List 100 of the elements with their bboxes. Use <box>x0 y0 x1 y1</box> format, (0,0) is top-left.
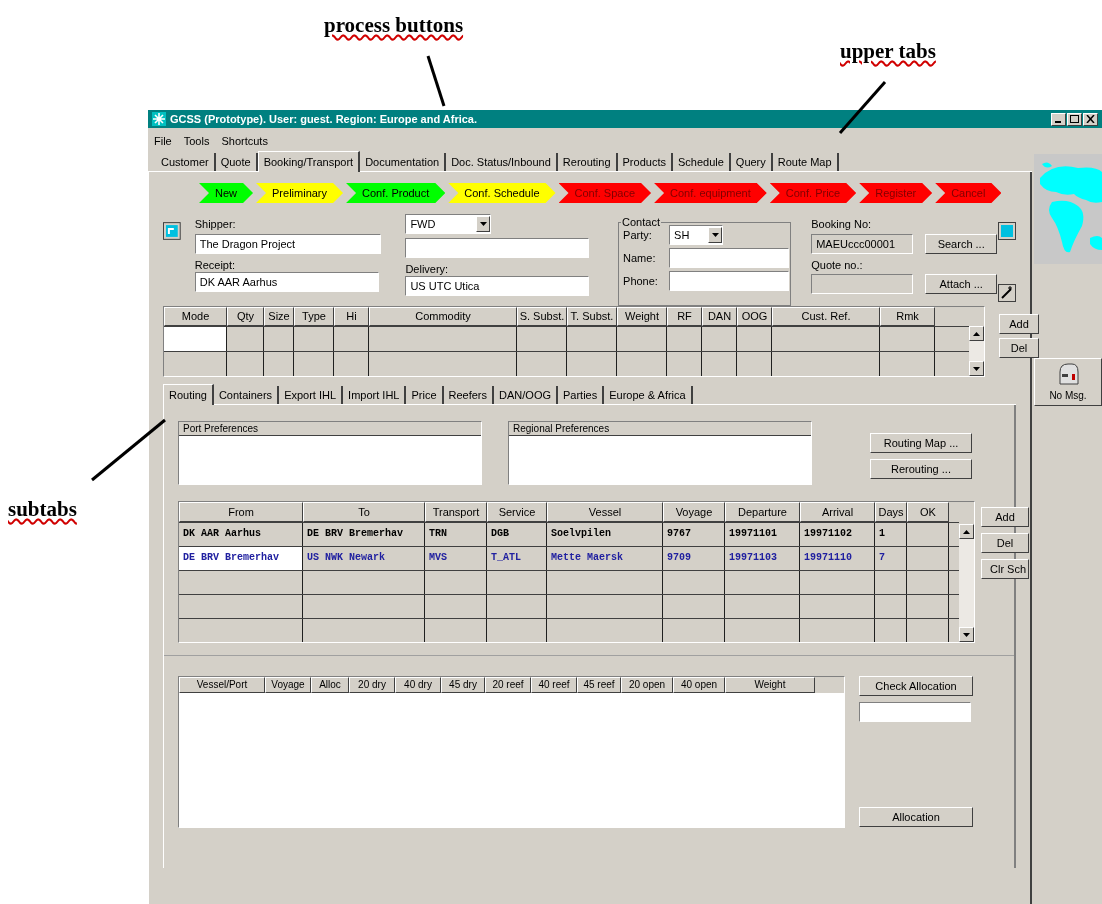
scroll-down-icon <box>963 632 970 637</box>
process-step-button[interactable]: New <box>199 183 253 203</box>
table-cell: 19971101 <box>725 523 800 546</box>
input-field[interactable]: The Dragon Project <box>194 234 381 254</box>
dropdown[interactable]: FWD <box>405 214 492 234</box>
tab[interactable]: Europe & Africa <box>604 386 693 404</box>
tab[interactable]: Rerouting <box>557 153 618 171</box>
scrollbar[interactable] <box>959 524 974 642</box>
tab[interactable]: Doc. Status/Inbound <box>446 153 558 171</box>
table-cell: TRN <box>425 523 487 546</box>
process-step-button[interactable]: Preliminary <box>256 183 344 203</box>
table-row[interactable] <box>179 618 959 642</box>
push-button[interactable]: Allocation <box>859 807 973 828</box>
column-header: 45 dry <box>441 677 485 693</box>
input-field[interactable] <box>859 702 971 722</box>
table-cell: 19971103 <box>725 547 800 570</box>
column-header: T. Subst. <box>567 307 617 326</box>
dropdown[interactable]: SH <box>669 225 724 245</box>
table-row[interactable] <box>179 594 959 618</box>
scroll-up-icon <box>963 529 970 534</box>
column-header: Rmk <box>880 307 935 326</box>
column-header: 20 reef <box>485 677 531 693</box>
tab[interactable]: Price <box>406 386 444 404</box>
tab[interactable]: Query <box>730 153 773 171</box>
table-cell: 1 <box>875 523 907 546</box>
close-button[interactable] <box>1083 112 1098 126</box>
input-field[interactable] <box>669 248 790 268</box>
tab[interactable]: Export IHL <box>279 386 344 404</box>
tab[interactable]: Parties <box>558 386 605 404</box>
menu-item[interactable]: Tools <box>183 132 210 150</box>
push-button[interactable]: Clr Sch <box>981 559 1029 579</box>
table-cell: T_ATL <box>487 547 547 570</box>
scroll-down-icon <box>973 366 980 371</box>
tab[interactable]: Booking/Transport <box>257 151 361 172</box>
magic-wand-icon <box>998 284 1016 302</box>
push-button[interactable]: Routing Map ... <box>870 433 972 453</box>
preferences-list[interactable]: Port Preferences <box>178 421 482 485</box>
table-row[interactable] <box>179 570 959 594</box>
input-field[interactable]: US UTC Utica <box>405 276 590 296</box>
column-header: Hi <box>334 307 369 326</box>
push-button[interactable]: Check Allocation <box>859 676 973 696</box>
push-button[interactable]: Search ... <box>925 234 998 254</box>
table-cell: 19971110 <box>800 547 875 570</box>
column-header: From <box>179 502 303 522</box>
column-header: Departure <box>725 502 800 522</box>
tab[interactable]: Route Map <box>772 153 839 171</box>
field-label: Receipt: <box>194 258 237 272</box>
input-field[interactable] <box>811 274 914 294</box>
column-header: S. Subst. <box>517 307 567 326</box>
table-cell: Mette Maersk <box>547 547 663 570</box>
tab[interactable]: Reefers <box>443 386 495 404</box>
push-button[interactable]: Attach ... <box>925 274 998 294</box>
preferences-list[interactable]: Regional Preferences <box>508 421 812 485</box>
process-step-button[interactable]: Conf. Schedule <box>448 183 556 203</box>
column-header: Size <box>264 307 294 326</box>
table-row[interactable] <box>164 351 969 376</box>
column-header: Vessel/Port <box>179 677 265 693</box>
column-header: Days <box>875 502 907 522</box>
column-header: RF <box>667 307 702 326</box>
input-field[interactable] <box>669 271 790 291</box>
maximize-icon <box>1070 115 1079 123</box>
input-field[interactable] <box>405 238 590 258</box>
menu-item[interactable]: File <box>154 132 172 150</box>
column-header: 40 dry <box>395 677 441 693</box>
mailbox-icon <box>1056 362 1080 388</box>
push-button[interactable]: Del <box>999 338 1039 358</box>
table-row[interactable] <box>164 326 969 351</box>
table-row[interactable]: DK AAR Aarhus DE BRV Bremerhav TRN DGB Soelvpilen 9767 19971101 19971102 1 <box>179 522 959 546</box>
table-cell: MVS <box>425 547 487 570</box>
tab[interactable]: Routing <box>163 384 214 405</box>
tab[interactable]: Schedule <box>672 153 731 171</box>
tab[interactable]: Products <box>617 153 673 171</box>
push-button[interactable]: Add <box>999 314 1039 334</box>
table-cell: DE BRV Bremerhav <box>303 523 425 546</box>
input-field[interactable]: MAEUccc00001 <box>811 234 914 254</box>
tab[interactable]: DAN/OOG <box>494 386 558 404</box>
tab[interactable]: Containers <box>213 386 280 404</box>
scrollbar[interactable] <box>969 326 984 376</box>
message-button[interactable]: No Msg. <box>1034 358 1102 406</box>
minimize-button[interactable] <box>1051 112 1066 126</box>
column-header: Service <box>487 502 547 522</box>
process-step-button[interactable]: Conf. Product <box>346 183 446 203</box>
tab[interactable]: Import IHL <box>343 386 407 404</box>
menu-item[interactable]: Shortcuts <box>221 132 268 150</box>
annotation-text: upper tabs <box>840 38 936 65</box>
table-cell: 9709 <box>663 547 725 570</box>
column-header: Alloc <box>311 677 349 693</box>
push-button[interactable]: Add <box>981 507 1029 527</box>
column-header: OOG <box>737 307 772 326</box>
push-button[interactable]: Del <box>981 533 1029 553</box>
table-row[interactable]: DE BRV Bremerhav US NWK Newark MVS T_ATL Mette Maersk 9709 19971103 19971110 7 <box>179 546 959 570</box>
maximize-button[interactable] <box>1067 112 1082 126</box>
field-label: Party: <box>623 227 653 243</box>
field-label: Delivery: <box>405 262 450 276</box>
tab[interactable]: Documentation <box>360 153 447 171</box>
push-button[interactable]: Rerouting ... <box>870 459 972 479</box>
cell-editor[interactable] <box>164 327 227 351</box>
column-header: 40 reef <box>531 677 577 693</box>
input-field[interactable]: DK AAR Aarhus <box>194 272 379 292</box>
tab[interactable]: Customer <box>156 153 216 171</box>
